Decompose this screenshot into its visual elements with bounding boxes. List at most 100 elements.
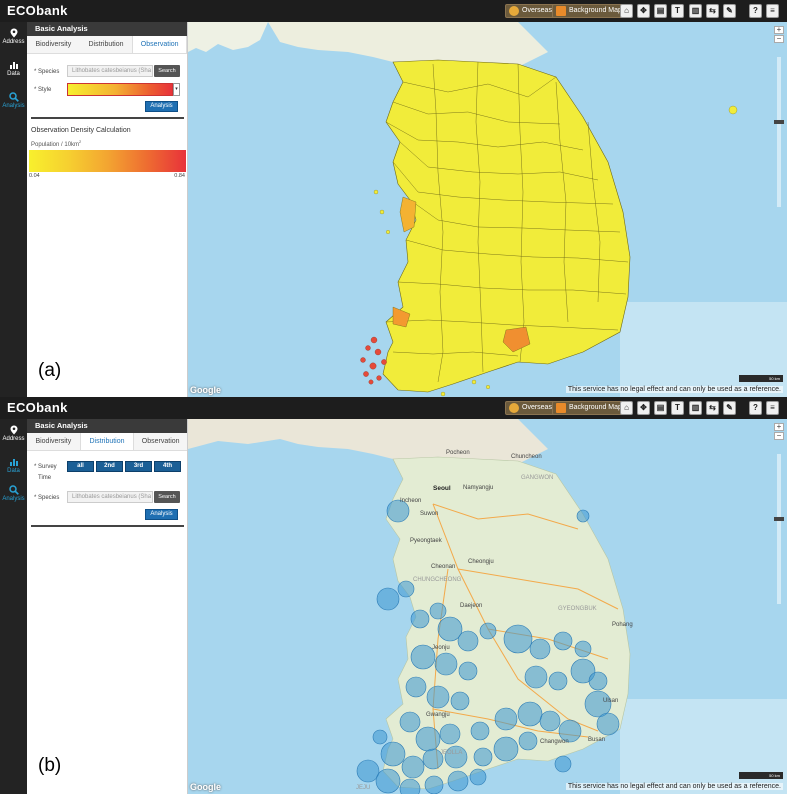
- tab-biodiversity[interactable]: Biodiversity: [27, 433, 80, 450]
- home-icon[interactable]: ⌂: [620, 4, 633, 18]
- tab-biodiversity[interactable]: Biodiversity: [27, 36, 80, 53]
- map-label: Changwon: [540, 739, 569, 745]
- rail-analysis[interactable]: Analysis: [0, 92, 27, 109]
- legend-unit: Population / 10km2: [31, 139, 82, 148]
- zoom-out-button[interactable]: −: [774, 432, 784, 440]
- species-input[interactable]: Lithobates catesbeianus (Sha: [67, 491, 153, 503]
- globe-icon: [509, 403, 519, 413]
- ecobank-logo[interactable]: ECObank: [7, 3, 68, 18]
- pan-icon[interactable]: ✥: [637, 401, 650, 415]
- magnifier-icon: [8, 92, 19, 102]
- rail-analysis-label: Analysis: [2, 496, 25, 502]
- search-button[interactable]: Search: [154, 491, 180, 503]
- island-clusters: [360, 336, 387, 385]
- species-input[interactable]: Lithobates catesbeianus (Sha: [67, 65, 153, 77]
- rail-data[interactable]: Data: [0, 457, 27, 474]
- layers-list-icon[interactable]: ▤: [654, 4, 667, 18]
- eraser-icon[interactable]: ✎: [723, 4, 736, 18]
- map-label: GANGWON: [521, 475, 554, 481]
- rail-data[interactable]: Data: [0, 60, 27, 77]
- layers-icon[interactable]: ≡: [766, 4, 779, 18]
- map-label: Pocheon: [446, 450, 470, 456]
- ecobank-logo[interactable]: ECObank: [7, 400, 68, 415]
- chart-tool-icon[interactable]: ▥: [689, 401, 702, 415]
- survey-2nd-button[interactable]: 2nd: [96, 461, 123, 472]
- zoom-out-button[interactable]: −: [774, 35, 784, 43]
- location-pin-icon: [10, 425, 17, 435]
- bar-chart-icon: [9, 459, 18, 466]
- map-label: Daejeon: [460, 603, 483, 609]
- layers-list-icon[interactable]: ▤: [654, 401, 667, 415]
- section-divider: [31, 117, 184, 119]
- map-label: Suwon: [420, 511, 439, 517]
- figure-label-a: (a): [38, 360, 62, 381]
- overseas-button[interactable]: Overseas: [505, 401, 557, 415]
- map-label: Namyangju: [463, 485, 494, 491]
- panel-header: Basic Analysis: [27, 22, 187, 36]
- background-map-button[interactable]: Background Map: [552, 401, 627, 415]
- rail-address[interactable]: Address: [0, 28, 27, 45]
- tab-observation[interactable]: Observation: [134, 433, 187, 450]
- panel-header: Basic Analysis: [27, 419, 187, 433]
- map-view-density[interactable]: + − Google 50 km This service has no leg…: [188, 22, 787, 397]
- swap-icon[interactable]: ⇆: [706, 401, 719, 415]
- magnifier-icon: [8, 485, 19, 495]
- map-view-distribution[interactable]: Pocheon Chuncheon GANGWON Seoul Incheon …: [188, 419, 787, 794]
- survey-time-group: all 2nd 3rd 4th: [67, 461, 182, 472]
- eraser-icon[interactable]: ✎: [723, 401, 736, 415]
- google-logo: Google: [190, 385, 221, 395]
- map-label: GYEONGBUK: [558, 606, 597, 612]
- rail-analysis[interactable]: Analysis: [0, 485, 27, 502]
- zoom-slider-track[interactable]: [777, 57, 781, 207]
- survey-4th-button[interactable]: 4th: [154, 461, 181, 472]
- disclaimer-text: This service has no legal effect and can…: [565, 386, 783, 393]
- style-gradient-select[interactable]: [67, 83, 173, 96]
- legend-max: 0.84: [174, 173, 185, 179]
- legend-title: Observation Density Calculation: [31, 127, 131, 134]
- rail-address[interactable]: Address: [0, 425, 27, 442]
- home-icon[interactable]: ⌂: [620, 401, 633, 415]
- analysis-button[interactable]: Analysis: [145, 509, 178, 520]
- scale-bar: 50 km: [739, 772, 783, 779]
- pan-icon[interactable]: ✥: [637, 4, 650, 18]
- swap-icon[interactable]: ⇆: [706, 4, 719, 18]
- map-icon: [556, 403, 566, 413]
- map-label: Ulsan: [603, 698, 619, 704]
- top-toolbar: ECObank Overseas Background Map ⌂ ✥ ▤ T …: [0, 0, 787, 22]
- map-label: JEJU: [356, 785, 371, 791]
- map-label: Cheonan: [431, 564, 456, 570]
- map-label: Cheongju: [468, 559, 494, 565]
- text-tool-icon[interactable]: T: [671, 401, 684, 415]
- help-icon[interactable]: ?: [749, 401, 762, 415]
- tab-distribution[interactable]: Distribution: [79, 433, 135, 450]
- zoom-in-button[interactable]: +: [774, 26, 784, 34]
- help-icon[interactable]: ?: [749, 4, 762, 18]
- survey-all-button[interactable]: all: [67, 461, 94, 472]
- location-pin-icon: [10, 28, 17, 38]
- background-map-button[interactable]: Background Map: [552, 4, 627, 18]
- rail-data-label: Data: [7, 71, 20, 77]
- zoom-slider-handle[interactable]: [774, 120, 784, 124]
- zoom-slider-handle[interactable]: [774, 517, 784, 521]
- section-divider: [31, 525, 184, 527]
- north-korea-land: [188, 22, 268, 52]
- zoom-slider-track[interactable]: [777, 454, 781, 604]
- layers-icon[interactable]: ≡: [766, 401, 779, 415]
- species-label: * Species: [34, 495, 60, 501]
- map-label: Pyeongtaek: [410, 538, 442, 544]
- rail-address-label: Address: [2, 436, 25, 442]
- chart-tool-icon[interactable]: ▥: [689, 4, 702, 18]
- text-tool-icon[interactable]: T: [671, 4, 684, 18]
- panel-a-observation: ECObank Overseas Background Map ⌂ ✥ ▤ T …: [0, 0, 787, 397]
- survey-3rd-button[interactable]: 3rd: [125, 461, 152, 472]
- tab-observation[interactable]: Observation: [132, 36, 188, 53]
- search-button[interactable]: Search: [154, 65, 180, 77]
- analysis-button[interactable]: Analysis: [145, 101, 178, 112]
- chevron-down-icon[interactable]: ▾: [173, 83, 180, 96]
- high-density-region: [399, 196, 417, 233]
- figure-label-b: (b): [38, 755, 62, 776]
- zoom-in-button[interactable]: +: [774, 423, 784, 431]
- map-label: Gwangju: [426, 712, 450, 718]
- tab-distribution[interactable]: Distribution: [80, 36, 133, 53]
- overseas-button[interactable]: Overseas: [505, 4, 557, 18]
